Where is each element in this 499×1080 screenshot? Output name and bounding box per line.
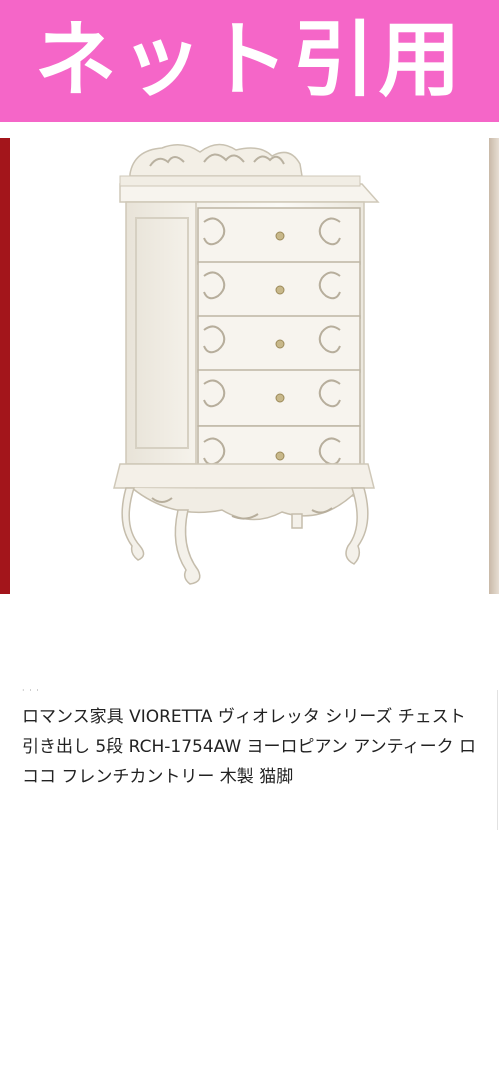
drawers	[197, 207, 361, 487]
top-crest-carving	[129, 143, 303, 177]
banner-text: ネット引用	[34, 13, 465, 108]
next-image-edge[interactable]	[489, 138, 499, 594]
product-image[interactable]	[22, 126, 480, 596]
previous-image-edge[interactable]	[0, 138, 10, 594]
screenshot-page: ネット引用 · · · ロマンス家具 VIORETTA ヴィオレッタ シリーズ …	[0, 0, 499, 1080]
product-title[interactable]: ロマンス家具 VIORETTA ヴィオレッタ シリーズ チェスト 引き出し 5段…	[22, 702, 488, 792]
right-divider	[497, 690, 498, 830]
caption-indicator: · · ·	[22, 686, 40, 695]
chest-of-drawers-illustration	[113, 143, 380, 585]
base-skirt	[113, 463, 375, 489]
top-slab	[119, 183, 380, 203]
net-quote-banner: ネット引用	[0, 0, 499, 122]
